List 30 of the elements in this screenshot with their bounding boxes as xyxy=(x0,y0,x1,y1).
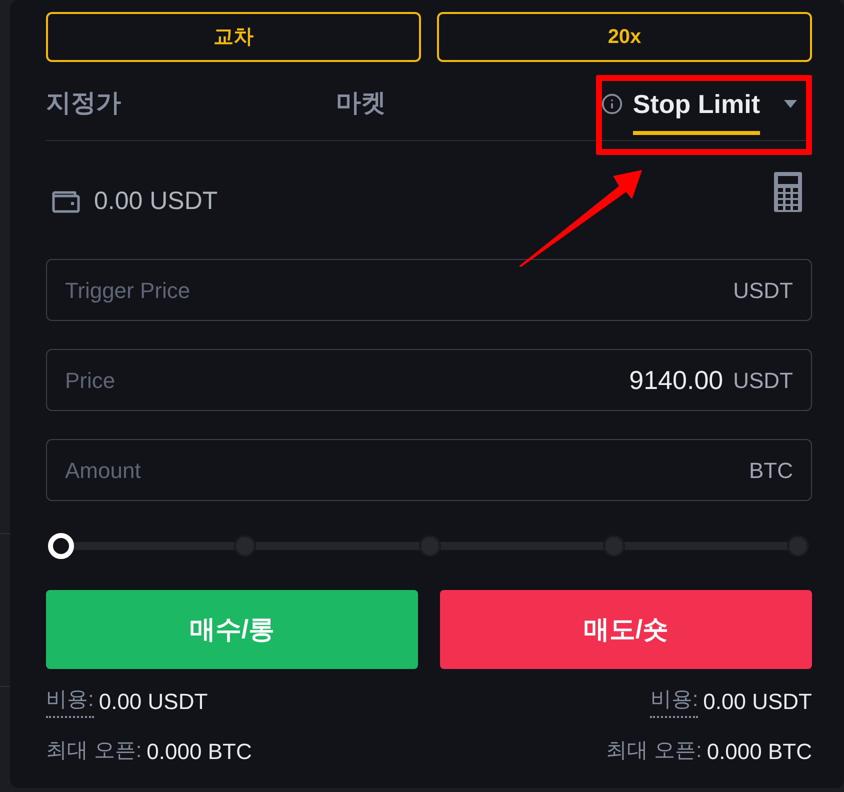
summary-label: 비용: xyxy=(650,684,698,718)
order-type-tab[interactable]: Stop Limit xyxy=(600,80,812,140)
wallet-icon xyxy=(52,191,80,213)
calculator-icon[interactable] xyxy=(774,172,802,212)
summary-value: 0.00 USDT xyxy=(703,688,812,716)
margin-mode-button[interactable]: 교차 xyxy=(46,12,421,62)
field-label: Price xyxy=(65,366,116,394)
summary-value: 0.00 USDT xyxy=(98,688,208,716)
summary-value: 0.000 BTC xyxy=(146,738,252,766)
input-field[interactable]: Price 9140.00 USDT xyxy=(46,349,812,411)
order-type-tab[interactable]: 마켓 xyxy=(336,80,386,140)
unit-label: USDT xyxy=(733,276,793,304)
sell-short-button[interactable]: 매도/숏 xyxy=(440,590,812,669)
input-field[interactable]: Trigger Price USDT xyxy=(46,259,812,321)
unit-label: BTC xyxy=(749,456,793,484)
summary-label: 최대 오픈: xyxy=(606,738,702,764)
summary-label: 비용: xyxy=(46,684,94,718)
caret-down-icon xyxy=(784,100,797,108)
input-field[interactable]: Amount BTC xyxy=(46,439,812,501)
field-label: Trigger Price xyxy=(65,276,190,305)
field-label: Amount xyxy=(65,456,141,484)
slider-thumb[interactable] xyxy=(48,533,74,559)
summary-label: 최대 오픈: xyxy=(46,738,142,764)
info-icon xyxy=(600,93,623,115)
order-type-tab[interactable]: 지정가 xyxy=(46,80,121,140)
margin-mode-button[interactable]: 20x xyxy=(437,12,812,62)
unit-label: USDT xyxy=(733,366,793,394)
balance-amount: 0.00 USDT xyxy=(94,186,218,218)
value-input[interactable]: 9140.00 xyxy=(115,360,724,400)
summary-value: 0.000 BTC xyxy=(706,738,812,766)
